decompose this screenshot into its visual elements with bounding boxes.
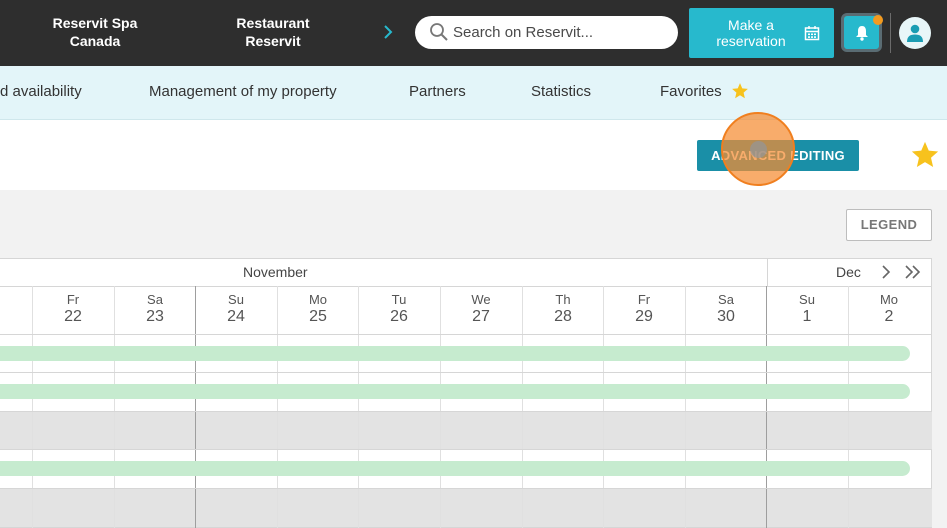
search-input[interactable] <box>453 20 668 45</box>
day-name: Mo <box>308 292 328 307</box>
day-number: 22 <box>64 308 82 325</box>
day-header: Mo 2 <box>849 292 929 327</box>
header-divider <box>890 13 891 53</box>
brand-restaurant-link[interactable]: Restaurant Reservit <box>218 14 328 50</box>
day-header: Mo 25 <box>278 292 358 327</box>
day-number: 2 <box>884 308 894 325</box>
day-number: 25 <box>309 308 327 325</box>
day-number: 26 <box>390 308 408 325</box>
availability-bar[interactable] <box>0 384 910 399</box>
day-number: 23 <box>146 308 164 325</box>
row-divider <box>0 334 932 335</box>
row-divider <box>0 372 932 373</box>
day-header: Tu 26 <box>359 292 439 327</box>
day-name: Th <box>555 292 571 307</box>
availability-bar[interactable] <box>0 346 910 361</box>
day-name: Sa <box>147 292 163 307</box>
main-nav: d availability Management of my property… <box>0 66 947 120</box>
availability-bar[interactable] <box>0 461 910 476</box>
legend-button[interactable]: LEGEND <box>846 209 932 241</box>
day-number: 24 <box>227 308 245 325</box>
day-name: Mo <box>879 292 899 307</box>
row-divider <box>0 488 932 489</box>
top-bar: Reservit Spa Canada Restaurant Reservit … <box>0 0 947 66</box>
last-period-icon[interactable] <box>903 263 923 281</box>
calendar-header-divider <box>0 286 932 287</box>
nav-item-availability[interactable]: d availability <box>0 83 82 100</box>
star-icon <box>732 83 748 99</box>
day-name: Fr <box>637 292 651 307</box>
row-divider <box>0 411 932 412</box>
day-number: 28 <box>554 308 572 325</box>
day-name: We <box>471 292 491 307</box>
day-header: Su 24 <box>196 292 276 327</box>
month-label-december: Dec <box>836 264 861 280</box>
make-reservation-label: Make a reservation <box>716 17 786 49</box>
search-box[interactable] <box>415 16 678 49</box>
day-header: Sa 30 <box>686 292 766 327</box>
nav-item-statistics[interactable]: Statistics <box>531 83 591 100</box>
day-header: Th 28 <box>523 292 603 327</box>
day-number: 29 <box>635 308 653 325</box>
favorite-star-icon[interactable] <box>910 140 940 170</box>
month-separator <box>767 258 768 286</box>
notifications-button[interactable] <box>841 13 883 52</box>
nav-item-partners[interactable]: Partners <box>409 83 466 100</box>
nav-item-management[interactable]: Management of my property <box>149 83 337 100</box>
day-name: Su <box>799 292 815 307</box>
day-name: Tu <box>391 292 407 307</box>
day-number: 30 <box>717 308 735 325</box>
cursor-dot <box>750 141 767 158</box>
calendar-row-empty <box>0 412 932 449</box>
month-label-november: November <box>243 264 308 280</box>
nav-item-favorites[interactable]: Favorites <box>660 83 722 100</box>
day-number: 1 <box>802 308 812 325</box>
calendar-row-empty <box>0 489 932 527</box>
next-period-icon[interactable] <box>879 263 893 281</box>
day-name: Sa <box>718 292 734 307</box>
bell-icon <box>856 26 868 41</box>
row-divider <box>0 449 932 450</box>
day-name: Fr <box>66 292 80 307</box>
make-reservation-button[interactable]: Make a reservation <box>689 8 834 58</box>
calendar-icon <box>804 26 820 41</box>
search-icon <box>430 23 448 41</box>
brand-spa-link[interactable]: Reservit Spa Canada <box>40 14 150 50</box>
day-header: Fr 22 <box>33 292 113 327</box>
notification-badge <box>873 15 883 25</box>
day-name: Su <box>228 292 244 307</box>
day-header: Sa 23 <box>115 292 195 327</box>
user-avatar[interactable] <box>899 17 931 49</box>
day-header: Fr 29 <box>604 292 684 327</box>
user-icon <box>907 24 923 42</box>
chevron-right-icon[interactable] <box>380 20 396 44</box>
day-header: Su 1 <box>767 292 847 327</box>
day-number: 27 <box>472 308 490 325</box>
day-header: We 27 <box>441 292 521 327</box>
